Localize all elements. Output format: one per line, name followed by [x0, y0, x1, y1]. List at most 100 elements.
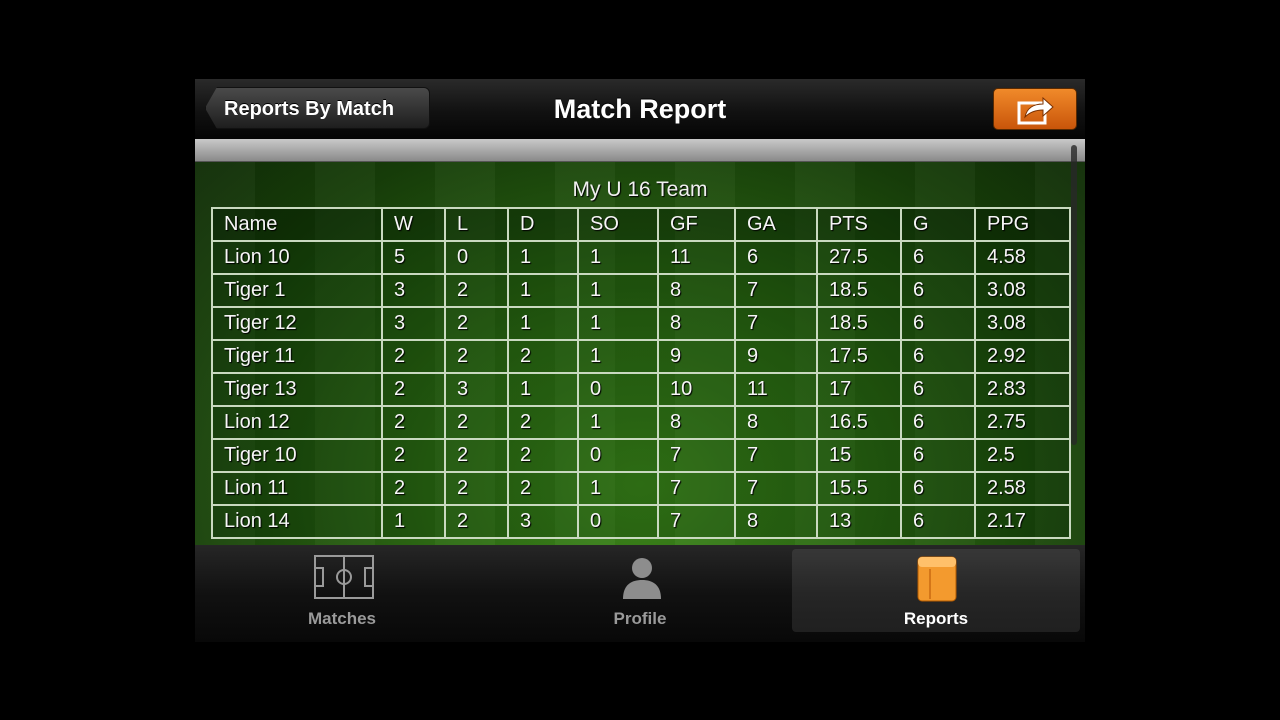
table-cell: 6	[900, 471, 976, 506]
table-cell: 2.5	[974, 438, 1071, 473]
table-cell: 11	[657, 240, 736, 275]
table-cell: 9	[734, 339, 818, 374]
table-cell: 6	[900, 273, 976, 308]
table-cell: Tiger 12	[211, 306, 383, 341]
tab-profile[interactable]: Profile	[496, 549, 784, 632]
table-cell: 27.5	[816, 240, 902, 275]
table-cell: 10	[657, 372, 736, 407]
table-cell: Lion 11	[211, 471, 383, 506]
table-cell: 1	[577, 471, 659, 506]
tab-bar: Matches Profile Reports	[195, 545, 1085, 642]
table-cell: Tiger 11	[211, 339, 383, 374]
table-cell: 1	[577, 240, 659, 275]
table-cell: 6	[900, 438, 976, 473]
table-cell: 6	[900, 504, 976, 539]
tab-matches[interactable]: Matches	[198, 549, 486, 632]
table-cell: 8	[734, 405, 818, 440]
table-row[interactable]: Lion 14 1 2 3 0 7 8 13 6 2.17	[211, 504, 1071, 539]
table-row[interactable]: Tiger 1 3 2 1 1 8 7 18.5 6 3.08	[211, 273, 1071, 308]
navigation-bar: Reports By Match Match Report	[195, 79, 1085, 140]
tab-reports[interactable]: Reports	[792, 549, 1080, 632]
table-row[interactable]: Tiger 10 2 2 2 0 7 7 15 6 2.5	[211, 438, 1071, 473]
table-row[interactable]: Lion 12 2 2 2 1 8 8 16.5 6 2.75	[211, 405, 1071, 440]
table-cell: 3	[444, 372, 509, 407]
table-cell: 3.08	[974, 306, 1071, 341]
table-cell: 11	[734, 372, 818, 407]
table-cell: Tiger 13	[211, 372, 383, 407]
table-cell: 2.83	[974, 372, 1071, 407]
share-button[interactable]	[993, 88, 1077, 130]
table-cell: 2	[507, 471, 579, 506]
table-cell: 7	[734, 438, 818, 473]
table-cell: 7	[734, 306, 818, 341]
table-cell: 15	[816, 438, 902, 473]
table-cell: 17.5	[816, 339, 902, 374]
table-cell: 4.58	[974, 240, 1071, 275]
table-cell: 1	[507, 240, 579, 275]
share-icon	[1017, 96, 1054, 125]
column-header-ppg[interactable]: PPG	[974, 207, 1071, 242]
table-cell: 3	[381, 306, 446, 341]
table-cell: 6	[734, 240, 818, 275]
table-cell: 9	[657, 339, 736, 374]
column-header-so[interactable]: SO	[577, 207, 659, 242]
table-cell: 3.08	[974, 273, 1071, 308]
column-header-pts[interactable]: PTS	[816, 207, 902, 242]
table-cell: 2.17	[974, 504, 1071, 539]
table-cell: 2	[444, 504, 509, 539]
column-header-ga[interactable]: GA	[734, 207, 818, 242]
table-cell: 1	[577, 273, 659, 308]
table-cell: 1	[507, 273, 579, 308]
table-cell: 5	[381, 240, 446, 275]
table-cell: 16.5	[816, 405, 902, 440]
table-cell: 2	[381, 405, 446, 440]
table-cell: 13	[816, 504, 902, 539]
table-cell: 6	[900, 339, 976, 374]
table-cell: 6	[900, 240, 976, 275]
table-cell: 2	[381, 372, 446, 407]
table-row[interactable]: Tiger 13 2 3 1 0 10 11 17 6 2.83	[211, 372, 1071, 407]
report-content[interactable]: My U 16 Team Name W L D SO GF GA PTS G PPG Lion 1…	[195, 139, 1085, 545]
table-cell: 0	[577, 504, 659, 539]
table-cell: 6	[900, 372, 976, 407]
table-cell: 7	[734, 471, 818, 506]
table-cell: 2	[381, 471, 446, 506]
column-header-name[interactable]: Name	[211, 207, 383, 242]
table-row[interactable]: Tiger 11 2 2 2 1 9 9 17.5 6 2.92	[211, 339, 1071, 374]
column-header-w[interactable]: W	[381, 207, 446, 242]
page-title: Match Report	[553, 94, 727, 124]
table-cell: Tiger 1	[211, 273, 383, 308]
table-cell: 2	[444, 438, 509, 473]
table-cell: 8	[657, 405, 736, 440]
table-row[interactable]: Tiger 12 3 2 1 1 8 7 18.5 6 3.08	[211, 306, 1071, 341]
table-cell: Lion 10	[211, 240, 383, 275]
column-header-d[interactable]: D	[507, 207, 579, 242]
table-cell: 7	[657, 504, 736, 539]
table-cell: 17	[816, 372, 902, 407]
table-cell: 1	[381, 504, 446, 539]
table-cell: 15.5	[816, 471, 902, 506]
header-strip	[195, 139, 1085, 162]
table-cell: 1	[577, 306, 659, 341]
column-header-g[interactable]: G	[900, 207, 976, 242]
table-cell: 2	[444, 273, 509, 308]
table-cell: 2.58	[974, 471, 1071, 506]
table-header-row: Name W L D SO GF GA PTS G PPG	[211, 207, 1071, 242]
table-cell: 2	[507, 339, 579, 374]
column-header-gf[interactable]: GF	[657, 207, 736, 242]
person-icon	[623, 558, 661, 599]
table-cell: Lion 14	[211, 504, 383, 539]
table-cell: 8	[734, 504, 818, 539]
table-cell: 3	[381, 273, 446, 308]
table-row[interactable]: Lion 10 5 0 1 1 11 6 27.5 6 4.58	[211, 240, 1071, 275]
table-cell: 2.75	[974, 405, 1071, 440]
table-cell: Tiger 10	[211, 438, 383, 473]
column-header-l[interactable]: L	[444, 207, 509, 242]
table-cell: 3	[507, 504, 579, 539]
table-cell: 2	[381, 339, 446, 374]
table-cell: Lion 12	[211, 405, 383, 440]
table-cell: 6	[900, 306, 976, 341]
tab-label: Profile	[613, 609, 667, 628]
table-cell: 1	[577, 339, 659, 374]
table-row[interactable]: Lion 11 2 2 2 1 7 7 15.5 6 2.58	[211, 471, 1071, 506]
